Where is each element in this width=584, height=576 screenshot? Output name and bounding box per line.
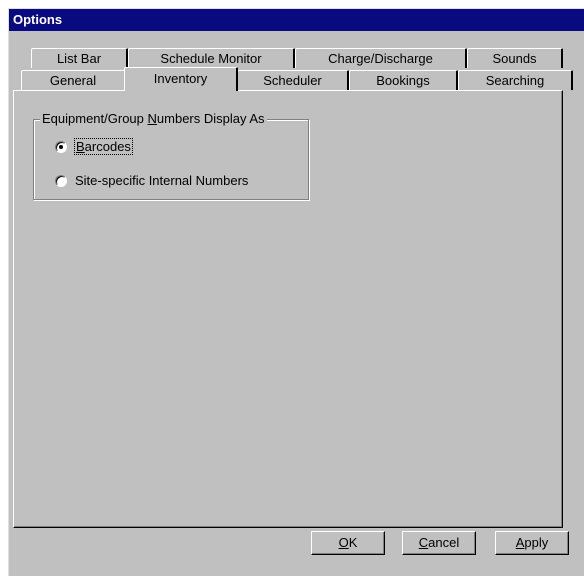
tab-label: List Bar xyxy=(56,51,102,66)
tab-label: Bookings xyxy=(376,73,430,88)
radio-button-selected[interactable] xyxy=(55,141,67,153)
radio-button-unselected[interactable] xyxy=(55,175,67,187)
cancel-text: ancel xyxy=(428,535,460,550)
title-bar: Options xyxy=(9,9,584,31)
tab-list-bar[interactable]: List Bar xyxy=(31,48,128,68)
ok-text: K xyxy=(348,535,358,550)
cancel-button[interactable]: Cancel xyxy=(402,531,476,555)
focus-rect: Barcodes xyxy=(74,138,133,155)
radio-label-site-specific[interactable]: Site-specific Internal Numbers xyxy=(75,172,248,190)
tab-general[interactable]: General xyxy=(21,70,126,90)
radio-text: Site-specific Internal Numbers xyxy=(75,173,249,188)
tab-sounds[interactable]: Sounds xyxy=(467,48,563,68)
tab-label: Charge/Discharge xyxy=(328,51,433,66)
tab-inventory[interactable]: Inventory xyxy=(124,67,238,91)
groupbox-label-mnemonic: N xyxy=(147,111,157,126)
tab-charge-discharge[interactable]: Charge/Discharge xyxy=(295,48,467,68)
apply-text: pply xyxy=(524,535,549,550)
radio-dot xyxy=(59,145,63,149)
tab-label: General xyxy=(49,73,97,88)
tab-searching[interactable]: Searching xyxy=(458,70,573,90)
cancel-mnemonic: C xyxy=(418,535,429,550)
tab-bookings[interactable]: Bookings xyxy=(349,70,458,90)
tab-label: Inventory xyxy=(153,71,208,86)
tab-scheduler[interactable]: Scheduler xyxy=(237,70,349,90)
tab-label: Scheduler xyxy=(263,73,322,88)
radio-label-barcodes[interactable]: Barcodes xyxy=(74,138,133,156)
radio-mnemonic: B xyxy=(76,139,85,154)
window-title: Options xyxy=(13,12,63,27)
tab-label: Sounds xyxy=(492,51,537,66)
groupbox-label: Equipment/Group Numbers Display As xyxy=(40,111,267,127)
ok-button[interactable]: OK xyxy=(311,531,385,555)
tab-label: Schedule Monitor xyxy=(160,51,262,66)
groupbox-label-prefix: Equipment/Group xyxy=(42,111,148,126)
ok-mnemonic: O xyxy=(338,535,349,550)
apply-button[interactable]: Apply xyxy=(495,531,569,555)
groupbox-label-suffix: umbers Display As xyxy=(156,111,265,126)
radio-text: arcodes xyxy=(84,139,131,154)
tab-label: Searching xyxy=(485,73,545,88)
tab-schedule-monitor[interactable]: Schedule Monitor xyxy=(128,48,295,68)
